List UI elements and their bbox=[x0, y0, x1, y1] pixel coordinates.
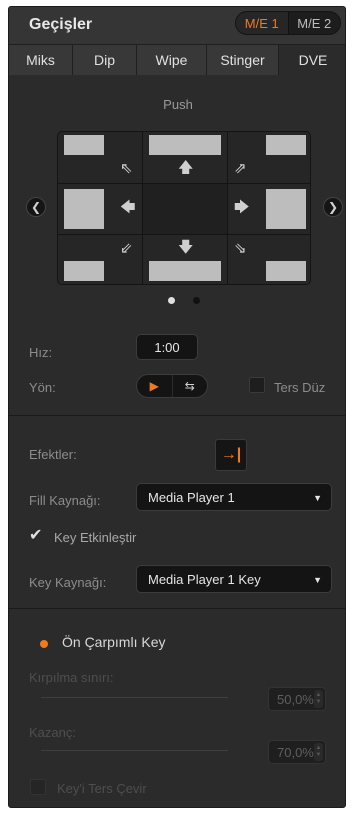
invert-key-checkbox[interactable] bbox=[30, 779, 46, 795]
play-direction-button[interactable]: ▶ bbox=[137, 375, 172, 397]
preview-shape bbox=[64, 189, 104, 229]
push-left-cell[interactable]: 🡄 bbox=[58, 184, 142, 234]
preview-shape bbox=[64, 135, 104, 155]
reverse-label: Ters Düz bbox=[274, 380, 326, 395]
preview-shape bbox=[266, 261, 306, 281]
preview-shape bbox=[64, 261, 104, 281]
gain-input[interactable]: 70,0% ▲ ▼ bbox=[268, 740, 326, 764]
section-divider bbox=[9, 608, 345, 609]
enable-key-checkbox[interactable]: ✔ bbox=[29, 528, 42, 544]
tab-mix[interactable]: Miks bbox=[9, 45, 73, 75]
clip-slider[interactable] bbox=[41, 697, 228, 698]
fill-source-value: Media Player 1 bbox=[148, 489, 235, 505]
tab-dve[interactable]: DVE bbox=[279, 45, 345, 75]
push-top-left-cell[interactable]: ⇖ bbox=[58, 132, 142, 183]
rate-label: Hız: bbox=[29, 345, 53, 360]
preview-shape bbox=[266, 189, 306, 229]
rate-input[interactable]: 1:00 bbox=[136, 334, 198, 360]
play-icon: ▶ bbox=[149, 379, 159, 393]
invert-key-label: Key'i Ters Çevir bbox=[57, 781, 147, 796]
flip-flop-button[interactable]: ⇆ bbox=[171, 375, 208, 397]
fill-source-dropdown[interactable]: Media Player 1 ▼ bbox=[136, 483, 332, 511]
arrow-down-icon: 🡇 bbox=[178, 239, 194, 256]
preview-shape bbox=[149, 135, 221, 155]
me2-button[interactable]: M/E 2 bbox=[287, 12, 341, 34]
panel-header: Geçişler M/E 1 M/E 2 bbox=[9, 7, 345, 45]
arrow-left-icon: 🡄 bbox=[120, 199, 136, 216]
chevron-right-icon: ❯ bbox=[327, 200, 339, 214]
page-dot[interactable] bbox=[193, 297, 200, 304]
push-bottom-left-cell[interactable]: ⇙ bbox=[58, 235, 142, 284]
gain-label: Kazanç: bbox=[29, 725, 76, 740]
dve-direction-grid: ⇖ 🡅 ⇗ 🡄 🡆 ⇙ 🡇 ⇘ bbox=[57, 131, 311, 285]
gain-value: 70,0% bbox=[277, 744, 314, 760]
tab-wipe[interactable]: Wipe bbox=[137, 45, 207, 75]
arrow-down-left-icon: ⇙ bbox=[120, 240, 133, 257]
effects-label: Efektler: bbox=[29, 447, 77, 462]
fill-source-label: Fill Kaynağı: bbox=[29, 493, 101, 508]
clip-value: 50,0% bbox=[277, 691, 314, 707]
direction-label: Yön: bbox=[29, 380, 56, 395]
premultiplied-label: Ön Çarpımlı Key bbox=[62, 634, 166, 650]
transitions-panel: Geçişler M/E 1 M/E 2 Miks Dip Wipe Sting… bbox=[8, 6, 346, 808]
chevron-left-icon: ❮ bbox=[30, 200, 42, 214]
loop-icon: ⇆ bbox=[184, 379, 195, 393]
arrow-up-icon: 🡅 bbox=[178, 159, 194, 176]
push-bottom-cell[interactable]: 🡇 bbox=[143, 235, 227, 284]
enable-key-label: Key Etkinleştir bbox=[54, 530, 137, 545]
fly-in-icon: →| bbox=[220, 446, 242, 463]
preview-shape bbox=[149, 261, 221, 281]
arrow-right-icon: 🡆 bbox=[234, 199, 250, 216]
key-source-dropdown[interactable]: Media Player 1 Key ▼ bbox=[136, 565, 332, 593]
stepper-icon[interactable]: ▲ ▼ bbox=[314, 743, 323, 761]
me-selector: M/E 1 M/E 2 bbox=[235, 11, 341, 35]
push-center-cell bbox=[143, 184, 227, 234]
page-dot-active[interactable] bbox=[168, 297, 175, 304]
push-right-cell[interactable]: 🡆 bbox=[228, 184, 310, 234]
push-bottom-right-cell[interactable]: ⇘ bbox=[228, 235, 310, 284]
direction-toggle: ▶ ⇆ bbox=[136, 374, 208, 398]
me1-button[interactable]: M/E 1 bbox=[236, 12, 288, 34]
tab-dip[interactable]: Dip bbox=[73, 45, 137, 75]
clip-label: Kırpılma sınırı: bbox=[29, 670, 114, 685]
panel-title: Geçişler bbox=[29, 16, 93, 33]
chevron-down-icon: ▼ bbox=[313, 575, 322, 585]
arrow-down-right-icon: ⇘ bbox=[234, 240, 247, 257]
premultiplied-radio[interactable] bbox=[40, 640, 48, 648]
prev-page-button[interactable]: ❮ bbox=[26, 197, 46, 217]
preview-shape bbox=[266, 135, 306, 155]
arrow-up-left-icon: ⇖ bbox=[120, 160, 133, 177]
push-top-cell[interactable]: 🡅 bbox=[143, 132, 227, 183]
reverse-checkbox[interactable] bbox=[249, 377, 265, 393]
key-source-label: Key Kaynağı: bbox=[29, 575, 107, 590]
key-source-value: Media Player 1 Key bbox=[148, 571, 261, 587]
clip-input[interactable]: 50,0% ▲ ▼ bbox=[268, 687, 326, 711]
gain-slider[interactable] bbox=[41, 750, 228, 751]
fly-in-button[interactable]: →| bbox=[215, 439, 247, 471]
chevron-down-icon: ▼ bbox=[313, 493, 322, 503]
pattern-name: Push bbox=[163, 97, 193, 112]
stepper-icon[interactable]: ▲ ▼ bbox=[314, 690, 323, 708]
section-divider bbox=[9, 415, 345, 416]
arrow-up-right-icon: ⇗ bbox=[234, 160, 247, 177]
next-page-button[interactable]: ❯ bbox=[323, 197, 343, 217]
push-top-right-cell[interactable]: ⇗ bbox=[228, 132, 310, 183]
tab-stinger[interactable]: Stinger bbox=[207, 45, 279, 75]
transition-tabs: Miks Dip Wipe Stinger DVE bbox=[9, 45, 345, 75]
